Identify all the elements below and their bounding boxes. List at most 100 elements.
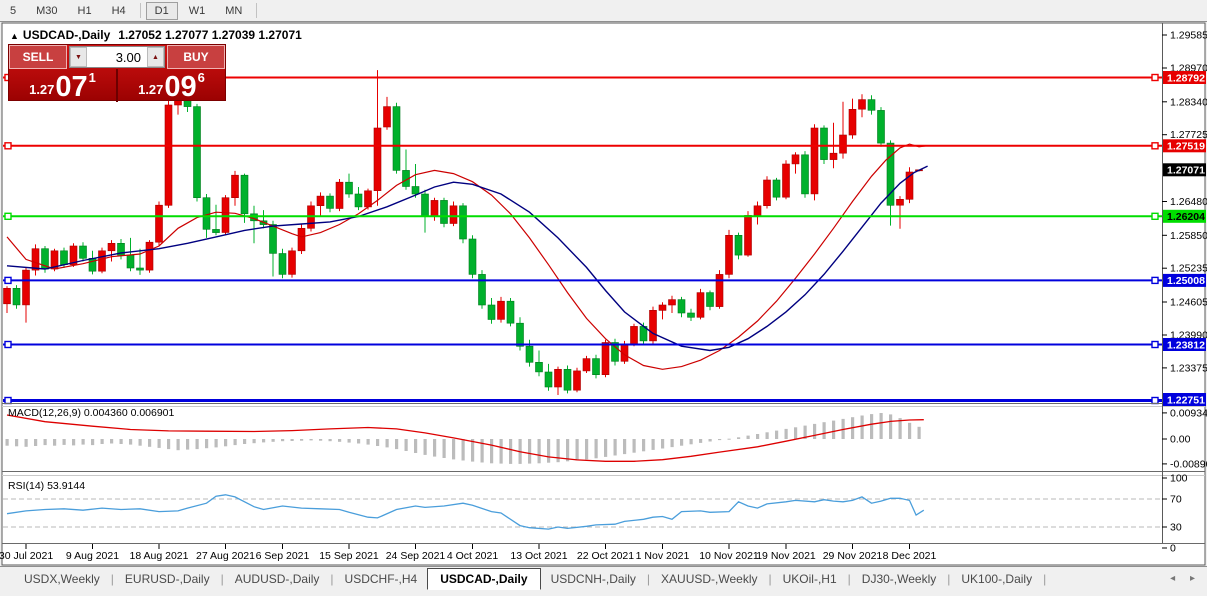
tab-audusd-daily[interactable]: AUDUSD-,Daily xyxy=(225,569,330,589)
macd-bar xyxy=(214,439,218,448)
date-tick-label: 1 Nov 2021 xyxy=(636,550,690,562)
volume-decrease-icon[interactable]: ▼ xyxy=(70,47,87,67)
macd-bar xyxy=(765,432,769,439)
macd-bar xyxy=(15,439,19,447)
volume-increase-icon[interactable]: ▲ xyxy=(147,47,164,67)
macd-bar xyxy=(537,439,541,464)
macd-bar xyxy=(243,439,247,444)
line-handle xyxy=(1151,73,1159,82)
tab-dj30-weekly[interactable]: DJ30-,Weekly xyxy=(852,569,946,589)
date-tick-label: 19 Nov 2021 xyxy=(756,550,816,562)
sell-price[interactable]: 1.27 07 1 xyxy=(9,69,118,102)
tab-xauusd-weekly[interactable]: XAUUSD-,Weekly xyxy=(651,569,767,589)
svg-text:1.27071: 1.27071 xyxy=(1167,165,1205,177)
rsi-axis-label: 100 xyxy=(1170,473,1188,485)
tab-usdcnh-daily[interactable]: USDCNH-,Daily xyxy=(541,569,646,589)
macd-bar xyxy=(5,439,9,446)
line-handle xyxy=(4,212,12,221)
macd-bar xyxy=(300,439,304,441)
macd-bar xyxy=(746,435,750,439)
timeframe-button-d1[interactable]: D1 xyxy=(145,1,178,20)
macd-bar xyxy=(632,439,636,453)
macd-bar xyxy=(604,439,608,457)
macd-bar xyxy=(53,439,57,446)
date-tick-label: 24 Sep 2021 xyxy=(386,550,446,562)
macd-bar xyxy=(186,439,190,450)
macd-bar xyxy=(224,439,228,447)
svg-text:1.28792: 1.28792 xyxy=(1167,72,1205,84)
chart-ohlc-values: 1.27052 1.27077 1.27039 1.27071 xyxy=(118,28,302,42)
macd-axis-label: -0.008902 xyxy=(1170,458,1207,470)
line-handle xyxy=(4,142,12,150)
macd-bar xyxy=(167,439,171,450)
macd-bar xyxy=(395,439,399,450)
tab-separator: | xyxy=(1043,572,1047,586)
line-price-tag[interactable]: 1.22751 xyxy=(1163,393,1206,406)
macd-bar xyxy=(309,439,313,441)
macd-bar xyxy=(271,439,275,442)
tab-uk100-daily[interactable]: UK100-,Daily xyxy=(951,569,1042,589)
buy-price-big: 09 xyxy=(164,71,197,103)
tab-separator: | xyxy=(847,572,851,586)
macd-bar xyxy=(34,439,38,446)
macd-bar xyxy=(433,439,437,457)
buy-price-prefix: 1.27 xyxy=(138,82,164,97)
macd-bar xyxy=(832,420,836,439)
macd-bar xyxy=(737,437,741,439)
tab-eurusd-daily[interactable]: EURUSD-,Daily xyxy=(115,569,220,589)
macd-label: MACD(12,26,9) 0.004360 0.006901 xyxy=(8,407,175,419)
date-tick-label: 27 Aug 2021 xyxy=(196,550,255,562)
price-tick-label: 1.28340 xyxy=(1170,96,1207,108)
macd-bar xyxy=(195,439,199,450)
tab-ukoil-h1[interactable]: UKOil-,H1 xyxy=(773,569,847,589)
rsi-label: RSI(14) 53.9144 xyxy=(8,480,85,492)
date-tick-label: 13 Oct 2021 xyxy=(510,550,567,562)
tab-separator: | xyxy=(220,572,224,586)
tab-usdx-weekly[interactable]: USDX,Weekly xyxy=(14,569,110,589)
macd-bar xyxy=(423,439,427,455)
timeframe-button-mn[interactable]: MN xyxy=(216,2,251,20)
tab-usdchf-h4[interactable]: USDCHF-,H4 xyxy=(335,569,428,589)
line-price-tag[interactable]: 1.23812 xyxy=(1163,338,1206,351)
date-tick-label: 18 Aug 2021 xyxy=(130,550,189,562)
volume-input[interactable] xyxy=(87,47,147,67)
price-tick-label: 1.29585 xyxy=(1170,30,1207,42)
sell-price-big: 07 xyxy=(55,71,88,103)
toolbar-separator xyxy=(256,3,258,18)
timeframe-button-5[interactable]: 5 xyxy=(1,2,25,20)
buy-price[interactable]: 1.27 09 6 xyxy=(118,69,225,102)
macd-bar xyxy=(366,439,370,445)
macd-bar xyxy=(376,439,380,446)
macd-bar xyxy=(889,414,893,439)
collapse-icon[interactable]: ▲ xyxy=(10,31,19,41)
sell-button[interactable]: SELL xyxy=(9,45,67,69)
line-price-tag[interactable]: 1.26204 xyxy=(1163,209,1206,223)
line-price-tag[interactable]: 1.27519 xyxy=(1163,139,1206,153)
line-price-tag[interactable]: 1.25008 xyxy=(1163,273,1206,287)
rsi-axis-label: 70 xyxy=(1170,494,1182,506)
macd-bar xyxy=(623,439,627,455)
timeframe-button-h4[interactable]: H4 xyxy=(103,2,135,20)
date-tick-label: 15 Sep 2021 xyxy=(319,550,379,562)
line-handle xyxy=(1151,396,1159,405)
macd-bar xyxy=(357,439,361,444)
timeframe-toolbar: 5 M30 H1 H4 D1 W1 MN xyxy=(0,0,1207,22)
macd-bar xyxy=(784,428,788,439)
timeframe-button-h1[interactable]: H1 xyxy=(69,2,101,20)
tab-usdcad-daily[interactable]: USDCAD-,Daily xyxy=(427,568,541,590)
tab-scroll-arrows[interactable]: ◂ ▸ xyxy=(1170,573,1201,584)
sell-price-sup: 1 xyxy=(88,70,96,85)
macd-bar xyxy=(319,439,323,441)
svg-text:1.27519: 1.27519 xyxy=(1167,141,1205,153)
timeframe-button-m30[interactable]: M30 xyxy=(27,2,66,20)
macd-bar xyxy=(119,439,123,444)
macd-bar xyxy=(138,439,142,446)
macd-bar xyxy=(347,439,351,443)
line-price-tag[interactable]: 1.28792 xyxy=(1163,71,1206,84)
macd-axis-label: 0.009345 xyxy=(1170,407,1207,419)
macd-bar xyxy=(566,439,570,462)
macd-bar xyxy=(81,439,85,445)
symbol-tab-bar: USDX,Weekly | EURUSD-,Daily | AUDUSD-,Daily |… xyxy=(0,566,1207,591)
buy-button[interactable]: BUY xyxy=(167,45,225,69)
timeframe-button-w1[interactable]: W1 xyxy=(180,2,215,20)
